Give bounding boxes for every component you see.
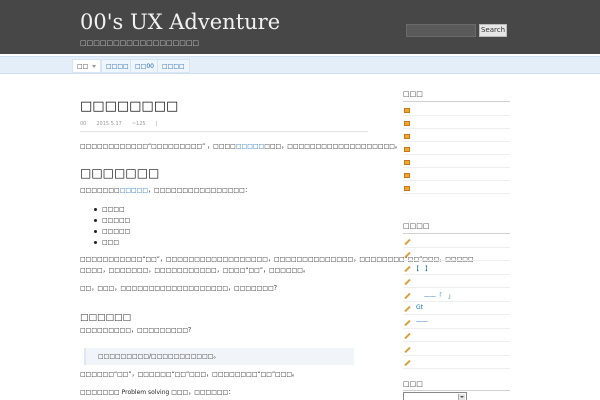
row-divider xyxy=(403,128,510,129)
row-divider xyxy=(403,167,510,168)
chevron-down-icon xyxy=(92,65,97,68)
rss-icon[interactable] xyxy=(404,186,410,191)
row-divider xyxy=(403,154,510,155)
rss-icon[interactable] xyxy=(404,121,410,126)
subheading: □□□□□□ xyxy=(80,313,132,323)
row-divider xyxy=(403,180,510,181)
nav-item-2[interactable]: □□□□ xyxy=(101,59,134,73)
intro-text-end: □□□，□□□□□□□□□□□□□□□□□□□。 xyxy=(264,143,401,150)
rss-icon[interactable] xyxy=(404,160,410,165)
pencil-icon xyxy=(404,332,411,340)
widget-categories-title: □□□ xyxy=(403,90,423,98)
site-description: □□□□□□□□□□□□□□□□□□ xyxy=(80,39,200,47)
list-item: □□□□□ xyxy=(93,217,131,224)
row-divider xyxy=(403,314,510,315)
row-divider xyxy=(403,328,510,329)
row-divider xyxy=(403,141,510,142)
pencil-icon xyxy=(404,292,411,300)
row-divider xyxy=(403,287,510,288)
blockquote: □□□□□□□□□/□□□□□□□□□□□。 xyxy=(84,348,354,365)
post-comments[interactable]: | xyxy=(156,121,158,127)
row-divider xyxy=(403,193,510,194)
nav-item-4[interactable]: □□□□ xyxy=(157,59,190,73)
widget-recent-title: □□□□ xyxy=(403,222,430,230)
pencil-icon xyxy=(404,359,411,367)
row-divider xyxy=(403,115,510,116)
list-intro-text-end: ，□□□□□□□□□□□□□□□□： xyxy=(148,187,251,194)
widget-divider xyxy=(403,390,510,391)
row-divider xyxy=(403,260,510,261)
row-divider xyxy=(403,247,510,248)
row-divider xyxy=(403,341,510,342)
title-divider xyxy=(80,131,368,132)
pencil-icon xyxy=(404,319,411,327)
recent-post-link[interactable]: 【 】 xyxy=(413,264,431,273)
search-button[interactable]: Search xyxy=(479,24,507,37)
rss-icon[interactable] xyxy=(404,173,410,178)
pencil-icon xyxy=(404,346,411,354)
post-date: 2015.5.17 xyxy=(96,121,122,127)
paragraph-7: □□□□□□□ Problem solving □□□，□□□□□□： xyxy=(80,389,235,396)
recent-post-link[interactable]: ——「 」 xyxy=(424,291,454,300)
archive-select[interactable] xyxy=(403,392,467,400)
paragraph-5: □□□□□□□□□，□□□□□□□□□？ xyxy=(80,327,195,334)
list-intro-paragraph: □□□□□□□□□□□□，□□□□□□□□□□□□□□□□： xyxy=(80,186,251,196)
chevron-down-icon xyxy=(458,394,465,400)
rss-icon[interactable] xyxy=(404,108,410,113)
intro-text: □□□□□□□□□□□□“□□□□□□□□□” ，□□□□ xyxy=(80,143,236,150)
bullet-list: □□□□ □□□□□ □□□□□ □□□ xyxy=(93,204,131,248)
pencil-icon xyxy=(404,305,411,313)
row-divider xyxy=(403,368,510,369)
widget-divider xyxy=(403,101,510,102)
nav-item-home[interactable]: □□ xyxy=(72,59,102,73)
site-title[interactable]: 00's UX Adventure xyxy=(80,10,280,34)
recent-post-link[interactable]: —— xyxy=(416,318,428,325)
row-divider xyxy=(403,355,510,356)
main-nav: □□ □□□□ □□00 □□□□ xyxy=(0,56,600,74)
post-author[interactable]: 00 xyxy=(80,121,86,127)
recent-post-link[interactable]: Gt xyxy=(416,304,423,311)
list-item: □□□□ xyxy=(93,204,130,215)
list-item: □□□□□ xyxy=(93,228,131,235)
paragraph-6: □□□□□□“□□”，□□□□□□“□□”□□□，□□□□□□□□“□□”□□□… xyxy=(80,371,299,378)
post-meta: 00 2015.5.17 ~125 | xyxy=(80,121,167,127)
row-divider xyxy=(403,301,510,302)
row-divider xyxy=(403,274,510,275)
search-input[interactable] xyxy=(406,24,476,37)
site-header: 00's UX Adventure □□□□□□□□□□□□□□□□□□ Sea… xyxy=(0,0,600,54)
pencil-icon xyxy=(404,278,411,286)
widget-archive-title: □□□ xyxy=(403,380,423,388)
list-intro-text: □□□□□□□ xyxy=(80,187,120,194)
paragraph-4: □□，□□□，□□□□□□□□□□□□□□□□□□□，□□□□□□□？ xyxy=(80,285,280,292)
list-intro-link[interactable]: □□□□□ xyxy=(120,187,148,194)
paragraph-3-line-2: □□□□，□□□□□□□，□□□□□□□□□□□，□□□□“□□”，□□□□□□… xyxy=(80,267,309,274)
nav-item-label: □□ xyxy=(77,63,89,70)
pencil-icon xyxy=(404,238,411,246)
rss-icon[interactable] xyxy=(404,147,410,152)
list-item: □□□ xyxy=(93,237,130,248)
nav-item-3[interactable]: □□00 xyxy=(130,59,159,73)
post-views: ~125 xyxy=(131,121,146,127)
intro-paragraph: □□□□□□□□□□□□“□□□□□□□□□” ，□□□□□□□□□□□□，□□… xyxy=(80,142,401,152)
post-title[interactable]: □□□□□□□□ xyxy=(80,99,178,114)
section-heading: □□□□□□□ xyxy=(80,166,160,180)
pencil-icon xyxy=(404,265,411,273)
rss-icon[interactable] xyxy=(404,134,410,139)
intro-link[interactable]: □□□□□ xyxy=(236,143,264,150)
widget-divider xyxy=(403,233,510,234)
